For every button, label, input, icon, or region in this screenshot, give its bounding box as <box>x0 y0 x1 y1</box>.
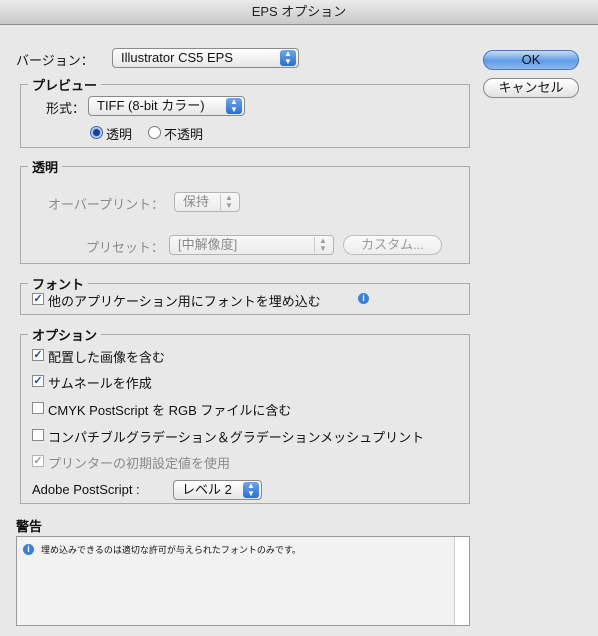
ok-button[interactable]: OK <box>483 50 579 70</box>
updown-arrows-icon: ▲ ▼ <box>226 98 242 114</box>
embed-fonts-checkbox[interactable]: ✓ <box>32 293 44 305</box>
warnings-box[interactable]: i 埋め込みできるのは適切な許可が与えられたフォントのみです。 <box>16 536 470 626</box>
updown-arrows-icon: ▲ ▼ <box>314 237 331 253</box>
preview-format-popup[interactable]: TIFF (8-bit カラー) ▲ ▼ <box>88 96 245 116</box>
transparent-radio-label: 透明 <box>106 127 133 142</box>
version-label: バージョン： <box>16 53 94 68</box>
compatible-gradient-label: コンパチブルグラデーション＆グラデーションメッシュプリント <box>48 430 425 445</box>
overprint-label: オーバープリント： <box>48 197 165 212</box>
postscript-level-value: レベル 2 <box>182 482 232 497</box>
updown-arrows-icon: ▲ ▼ <box>280 50 296 66</box>
cancel-button[interactable]: キャンセル <box>483 78 579 98</box>
overprint-popup[interactable]: 保持 ▲ ▼ <box>174 192 240 212</box>
postscript-label: Adobe PostScript : <box>32 482 140 497</box>
create-thumbnail-checkbox[interactable]: ✓ <box>32 375 44 387</box>
postscript-level-popup[interactable]: レベル 2 ▲ ▼ <box>173 480 262 500</box>
cmyk-in-rgb-label: CMYK PostScript を RGB ファイルに含む <box>48 403 292 418</box>
info-icon: i <box>23 544 34 555</box>
preview-title: プレビュー <box>28 75 102 94</box>
version-popup[interactable]: Illustrator CS5 EPS ▲ ▼ <box>112 48 299 68</box>
version-value: Illustrator CS5 EPS <box>121 50 233 65</box>
warnings-title: 警告 <box>16 519 43 534</box>
updown-arrows-icon: ▲ ▼ <box>243 482 259 498</box>
preset-value: [中解像度] <box>178 237 238 252</box>
window-title: EPS オプション <box>0 0 598 25</box>
transparency-title: 透明 <box>28 157 63 176</box>
transparent-radio[interactable] <box>90 126 103 139</box>
options-title: オプション <box>28 325 102 344</box>
include-placed-images-label: 配置した画像を含む <box>48 350 166 365</box>
opaque-radio-label: 不透明 <box>164 127 204 142</box>
warnings-scrollbar[interactable] <box>454 537 469 625</box>
printer-defaults-label: プリンターの初期設定値を使用 <box>48 456 231 471</box>
opaque-radio[interactable] <box>148 126 161 139</box>
embed-fonts-label: 他のアプリケーション用にフォントを埋め込む <box>48 294 321 309</box>
preview-format-label: 形式： <box>46 101 86 116</box>
preset-label: プリセット： <box>86 240 165 255</box>
info-icon[interactable]: i <box>358 293 369 304</box>
create-thumbnail-label: サムネールを作成 <box>48 376 152 391</box>
overprint-value: 保持 <box>183 194 210 209</box>
preview-format-value: TIFF (8-bit カラー) <box>97 98 205 113</box>
compatible-gradient-checkbox[interactable] <box>32 429 44 441</box>
preset-popup[interactable]: [中解像度] ▲ ▼ <box>169 235 334 255</box>
warning-message: 埋め込みできるのは適切な許可が与えられたフォントのみです。 <box>41 545 301 555</box>
include-placed-images-checkbox[interactable]: ✓ <box>32 349 44 361</box>
printer-defaults-checkbox[interactable]: ✓ <box>32 455 44 467</box>
updown-arrows-icon: ▲ ▼ <box>220 194 237 210</box>
custom-button[interactable]: カスタム... <box>343 235 442 255</box>
cmyk-in-rgb-checkbox[interactable] <box>32 402 44 414</box>
